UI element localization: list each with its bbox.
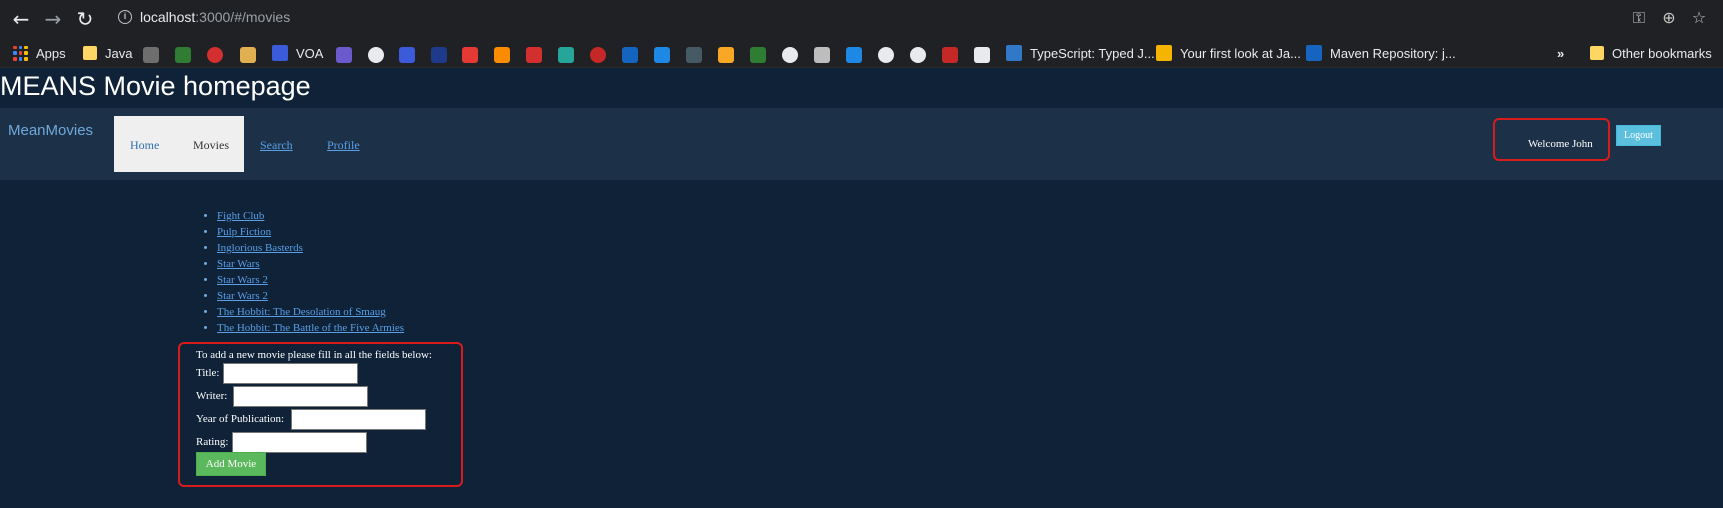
x-icon[interactable]: [431, 47, 447, 63]
voa-icon[interactable]: [399, 47, 415, 63]
calendar-icon[interactable]: [974, 47, 990, 63]
bookmark-star-icon[interactable]: ☆: [1688, 7, 1710, 29]
bird-icon[interactable]: [368, 47, 384, 63]
maven-icon: [1306, 45, 1322, 61]
rating-input[interactable]: [232, 432, 367, 453]
movie-link[interactable]: Fight Club: [217, 210, 264, 222]
bookmark-first-look[interactable]: Your first look at Ja...: [1156, 43, 1301, 63]
movie-link[interactable]: Star Wars 2: [217, 274, 268, 286]
list-item: The Hobbit: The Battle of the Five Armie…: [217, 320, 404, 336]
tr-icon[interactable]: [654, 47, 670, 63]
list-item: Star Wars: [217, 256, 404, 272]
reload-icon[interactable]: ↻: [72, 6, 98, 32]
key-icon[interactable]: ⚿: [1628, 7, 1650, 29]
bookmark-label: TypeScript: Typed J...: [1030, 45, 1155, 61]
bookmark-voa[interactable]: VOA: [272, 43, 323, 63]
apps-grid-icon: [13, 45, 28, 61]
bookmark-label: VOA: [296, 45, 324, 61]
movie-link[interactable]: The Hobbit: The Battle of the Five Armie…: [217, 322, 404, 334]
rating-label: Rating:: [196, 436, 229, 448]
list-item: Star Wars 2: [217, 272, 404, 288]
movie-list: Fight Club Pulp Fiction Inglorious Baste…: [217, 208, 404, 336]
list-item: Fight Club: [217, 208, 404, 224]
r-icon[interactable]: [846, 47, 862, 63]
bookmark-label: Apps: [36, 45, 66, 61]
stack-icon[interactable]: [462, 47, 478, 63]
bookmark-label: Other bookmarks: [1612, 45, 1712, 61]
tab-movies[interactable]: Movies: [193, 138, 229, 153]
tower-icon[interactable]: [942, 47, 958, 63]
tab-search[interactable]: Search: [260, 138, 293, 153]
w-icon[interactable]: [175, 47, 191, 63]
c-icon[interactable]: [590, 47, 606, 63]
year-label: Year of Publication:: [196, 413, 285, 425]
o-icon[interactable]: [207, 47, 223, 63]
address-bar[interactable]: i localhost:3000/#/movies: [110, 3, 1710, 34]
movie-link[interactable]: The Hobbit: The Desolation of Smaug: [217, 306, 386, 318]
folder-icon: [1590, 46, 1604, 60]
azure-icon[interactable]: [622, 47, 638, 63]
ts-icon: [1006, 45, 1022, 61]
app-navbar: MeanMovies Home Movies Search Profile We…: [0, 108, 1723, 180]
globe-icon[interactable]: [878, 47, 894, 63]
codepen2-icon[interactable]: [910, 47, 926, 63]
year-input[interactable]: [291, 409, 426, 430]
github-icon[interactable]: [143, 47, 159, 63]
figure-icon[interactable]: [718, 47, 734, 63]
tds-icon[interactable]: [686, 47, 702, 63]
list-item: Pulp Fiction: [217, 224, 404, 240]
bookmark-label: Your first look at Ja...: [1180, 45, 1301, 61]
list-item: The Hobbit: The Desolation of Smaug: [217, 304, 404, 320]
add-movie-button[interactable]: Add Movie: [196, 452, 266, 476]
writer-label: Writer:: [196, 390, 228, 402]
movie-link[interactable]: Inglorious Basterds: [217, 242, 303, 254]
url-text: localhost:3000/#/movies: [140, 9, 291, 25]
bookmarks-overflow-icon[interactable]: »: [1557, 43, 1564, 63]
bookmark-other[interactable]: Other bookmarks: [1590, 43, 1712, 63]
forward-icon[interactable]: →: [40, 6, 66, 32]
voa-logo-icon: [272, 45, 288, 61]
site-info-icon[interactable]: i: [118, 10, 132, 24]
folder-icon: [83, 46, 97, 60]
brand-link[interactable]: MeanMovies: [8, 122, 93, 139]
overflow-label: »: [1557, 45, 1565, 61]
writer-input[interactable]: [233, 386, 368, 407]
gfg-icon[interactable]: [750, 47, 766, 63]
ev-icon[interactable]: [558, 47, 574, 63]
cube-icon[interactable]: [494, 47, 510, 63]
codepen-icon[interactable]: [782, 47, 798, 63]
back-icon[interactable]: ←: [8, 6, 34, 32]
title-label: Title:: [196, 367, 220, 379]
bookmark-label: Maven Repository: j...: [1330, 45, 1456, 61]
zoom-icon[interactable]: ⊕: [1658, 7, 1680, 29]
box-icon[interactable]: [240, 47, 256, 63]
bookmark-label: Java: [105, 45, 133, 61]
movie-link[interactable]: Star Wars: [217, 258, 260, 270]
browser-toolbar: ← → ↻ i localhost:3000/#/movies ⚿ ⊕ ☆: [0, 0, 1723, 37]
list-item: Star Wars 2: [217, 288, 404, 304]
welcome-text: Welcome John: [1528, 138, 1593, 150]
pattern-icon[interactable]: [814, 47, 830, 63]
oracle-icon[interactable]: [526, 47, 542, 63]
movie-link[interactable]: Star Wars 2: [217, 290, 268, 302]
logout-button[interactable]: Logout: [1616, 125, 1661, 146]
bookmark-maven[interactable]: Maven Repository: j...: [1306, 43, 1456, 63]
list-item: Inglorious Basterds: [217, 240, 404, 256]
bookmark-java[interactable]: Java: [83, 43, 132, 63]
bookmarks-bar: Apps Java VOA TypeScript: Typed J... You…: [0, 37, 1723, 68]
code-icon[interactable]: [336, 47, 352, 63]
form-intro: To add a new movie please fill in all th…: [196, 349, 432, 361]
title-input[interactable]: [223, 363, 358, 384]
movie-link[interactable]: Pulp Fiction: [217, 226, 271, 238]
page-title: MEANS Movie homepage: [0, 71, 311, 101]
bookmark-typescript[interactable]: TypeScript: Typed J...: [1006, 43, 1155, 63]
bookmark-apps[interactable]: Apps: [13, 43, 66, 63]
tab-profile[interactable]: Profile: [327, 138, 360, 153]
tab-home[interactable]: Home: [130, 138, 159, 153]
java-logo-icon: [1156, 45, 1172, 61]
